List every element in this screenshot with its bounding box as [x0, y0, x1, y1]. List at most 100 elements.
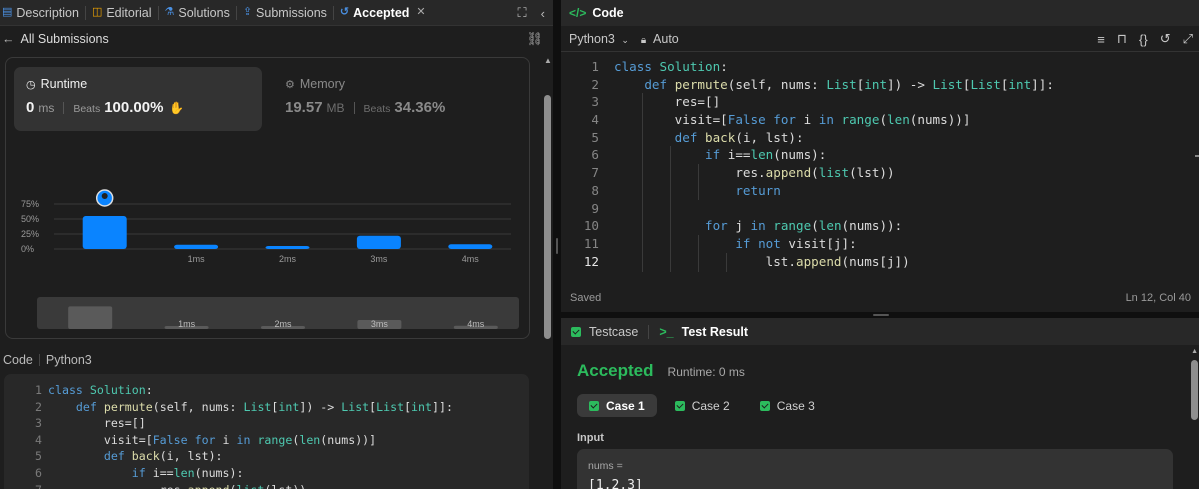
- test-panel-scrollbar[interactable]: [1191, 360, 1198, 420]
- minimap-label: 3ms: [371, 319, 389, 329]
- y-tick-label: 25%: [21, 229, 39, 239]
- chart-bar[interactable]: [356, 235, 401, 249]
- code-line: 3 res=[]: [4, 415, 529, 432]
- code-line: 4 visit=[False for i in range(len(nums))…: [4, 432, 529, 449]
- tab-test-result[interactable]: Test Result: [682, 325, 748, 339]
- line-text: def back(i, lst):: [103, 449, 223, 464]
- line-number: 5: [591, 129, 599, 145]
- test-panel: Testcase >_ Test Result Accepted Runtime…: [561, 318, 1199, 489]
- braces-icon[interactable]: {}: [1139, 32, 1148, 47]
- code-line: 8 return: [561, 182, 1199, 200]
- code-brackets-icon: </>: [569, 6, 587, 20]
- code-line: 2 def permute(self, nums: List[int]) -> …: [561, 76, 1199, 94]
- code-label: Code: [3, 353, 33, 367]
- line-number: 7: [591, 165, 599, 181]
- input-var: nums =: [588, 460, 623, 472]
- user-avatar-marker[interactable]: [95, 189, 114, 207]
- line-text: return: [735, 182, 781, 198]
- language-select[interactable]: Python3 ⌄: [569, 32, 629, 46]
- input-label: Input: [577, 432, 604, 444]
- code-editor[interactable]: 1 class Solution: 2 def permute(self, nums…: [561, 58, 1199, 272]
- tab-solutions[interactable]: ⚗ Solutions: [159, 0, 236, 26]
- tab-description[interactable]: ▤ Description: [0, 0, 85, 26]
- terminal-icon: >_: [659, 324, 674, 339]
- line-number: 12: [583, 253, 599, 269]
- runtime-stat[interactable]: ◷ Runtime 0 ms Beats 100.00% ✋: [14, 67, 262, 131]
- tab-testcase[interactable]: Testcase: [589, 325, 638, 339]
- back-arrow-icon[interactable]: ←: [2, 32, 15, 46]
- splitter-grip: [556, 238, 558, 254]
- case-tabs: Case 1 Case 2 Case 3: [577, 394, 827, 417]
- tab-accepted[interactable]: ↺ Accepted ✕: [334, 0, 432, 26]
- clock-icon: ◷: [26, 78, 36, 91]
- scroll-up-arrow-icon[interactable]: ▲: [544, 56, 552, 65]
- line-number: 4: [35, 432, 42, 447]
- line-text: if i==len(nums):: [131, 465, 244, 480]
- code-line: 10 for j in range(len(nums)):: [561, 217, 1199, 235]
- indent-guide: [670, 146, 671, 272]
- all-submissions-bar: ← All Submissions ⛓: [0, 26, 553, 52]
- code-line: 3 res=[]: [561, 93, 1199, 111]
- code-line: 4 visit=[False for i in range(len(nums))…: [561, 111, 1199, 129]
- chart-bar[interactable]: [448, 244, 493, 249]
- cursor-position: Ln 12, Col 40: [1125, 292, 1191, 304]
- splitter-grip: [873, 314, 889, 316]
- close-icon[interactable]: ✕: [416, 7, 425, 18]
- chart-bar[interactable]: [174, 244, 219, 249]
- line-text: class Solution:: [614, 59, 728, 74]
- code-line: 2 def permute(self, nums: List[int]) -> …: [4, 399, 529, 416]
- all-submissions-link[interactable]: All Submissions: [21, 32, 109, 46]
- x-tick-label: 3ms: [370, 254, 388, 264]
- scroll-up-arrow-icon[interactable]: ▲: [1191, 348, 1198, 355]
- runtime-beats-value: 100.00%: [104, 99, 164, 116]
- editor-toolbar: Python3 ⌄ 🔒︎ Auto ≡ ⊓ {} ↺ ⤢: [561, 26, 1199, 52]
- case-tab-3[interactable]: Case 3: [748, 394, 827, 417]
- line-text: if not visit[j]:: [735, 235, 857, 251]
- code-line: 5 def back(i, lst):: [561, 129, 1199, 147]
- line-number: 1: [35, 383, 42, 397]
- format-icon[interactable]: ≡: [1097, 32, 1105, 47]
- bookmark-icon[interactable]: ⊓: [1117, 31, 1127, 47]
- line-text: def permute(self, nums: List[int]) -> Li…: [644, 76, 1054, 92]
- tab-divider: [648, 324, 650, 339]
- code-line: 1 class Solution:: [561, 58, 1199, 76]
- tab-submissions[interactable]: ⇪ Submissions: [237, 0, 333, 26]
- input-value: [1,2,3]: [588, 478, 643, 489]
- checkbox-icon: [571, 326, 581, 337]
- y-tick-label: 0%: [21, 244, 34, 254]
- flask-icon: ⚗: [164, 6, 175, 18]
- code-tab[interactable]: </> Code: [561, 0, 1199, 26]
- tab-editorial[interactable]: ◫ Editorial: [86, 0, 158, 26]
- auto-mode[interactable]: 🔒︎ Auto: [641, 32, 679, 46]
- result-status: Accepted: [577, 361, 654, 380]
- chart-bar[interactable]: [265, 246, 310, 249]
- code-line: 7 res.append(list(lst)): [4, 482, 529, 489]
- link-icon[interactable]: ⛓: [526, 31, 543, 47]
- book-icon: ◫: [91, 6, 103, 18]
- indent-guide: [698, 164, 699, 200]
- vertical-splitter[interactable]: [553, 0, 561, 489]
- memory-stat[interactable]: ⚙ Memory 19.57 MB Beats 34.36%: [276, 67, 524, 131]
- chart-range-minimap[interactable]: 1ms 2ms 3ms 4ms: [37, 297, 519, 329]
- case-tab-1[interactable]: Case 1: [577, 394, 657, 417]
- line-text: if i==len(nums):: [705, 147, 827, 163]
- left-scrollbar[interactable]: [544, 95, 551, 339]
- line-text: class Solution:: [48, 383, 153, 397]
- memory-beats-label: Beats: [363, 103, 391, 115]
- minimap-bar: [68, 306, 113, 329]
- reset-icon[interactable]: ↺: [1160, 31, 1171, 47]
- result-summary: Accepted Runtime: 0 ms: [577, 361, 745, 381]
- expand-icon[interactable]: ⤢: [1183, 31, 1193, 47]
- line-number: 8: [591, 182, 599, 198]
- check-icon: [759, 400, 770, 411]
- collapse-left-icon[interactable]: ‹: [541, 6, 545, 21]
- memory-beats-value: 34.36%: [394, 99, 446, 116]
- line-number: 6: [35, 465, 42, 480]
- maximize-icon[interactable]: ⛶: [518, 5, 527, 21]
- line-number: 2: [35, 399, 42, 414]
- case-tab-2[interactable]: Case 2: [663, 394, 742, 417]
- runtime-beats-label: Beats: [73, 103, 101, 115]
- lock-icon: 🔒︎: [640, 34, 647, 46]
- header-divider: [38, 354, 40, 366]
- chart-bar[interactable]: [82, 216, 127, 249]
